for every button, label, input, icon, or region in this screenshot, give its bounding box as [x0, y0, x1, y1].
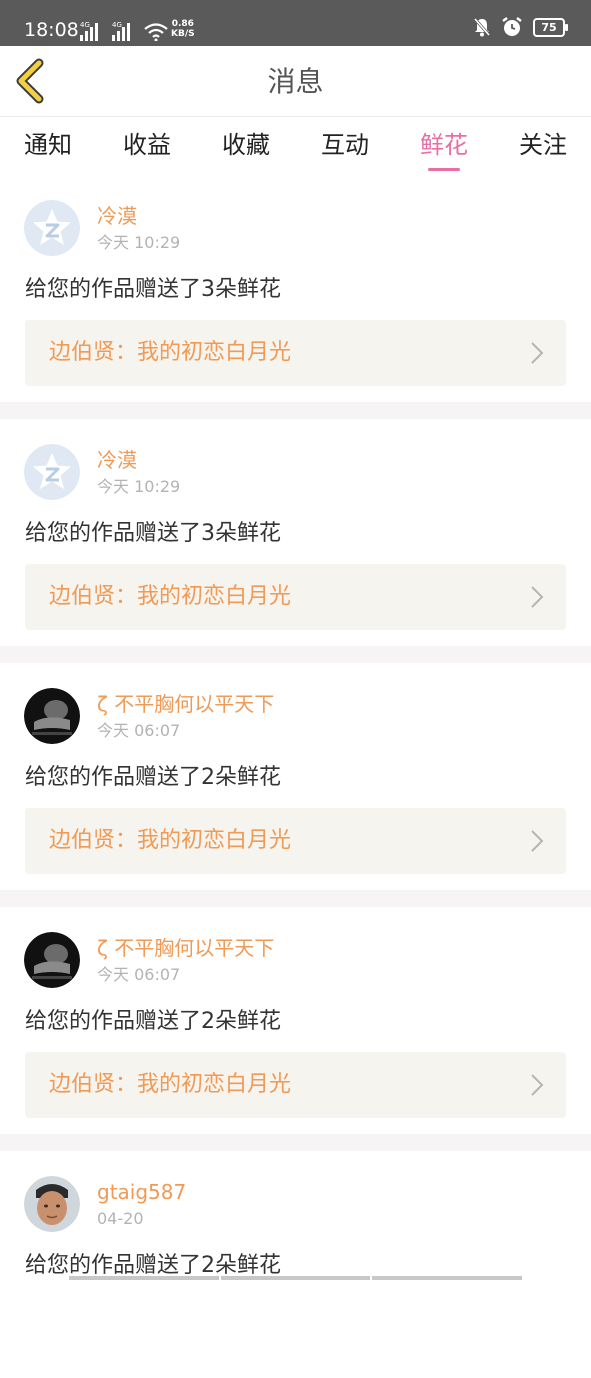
default-star-avatar-icon — [24, 444, 80, 500]
avatar[interactable] — [24, 200, 80, 256]
work-title: 边伯贤：我的初恋白月光 — [49, 340, 292, 365]
list-divider — [0, 890, 591, 907]
message-text: 给您的作品赠送了2朵鲜花 — [25, 765, 281, 790]
list-item: 冷漠 今天 10:29 给您的作品赠送了3朵鲜花 边伯贤：我的初恋白月光 — [0, 175, 591, 402]
work-link[interactable]: 边伯贤：我的初恋白月光 — [25, 808, 566, 874]
list-divider — [0, 646, 591, 663]
work-title: 边伯贤：我的初恋白月光 — [49, 584, 292, 609]
tab-label: 收益 — [123, 131, 171, 159]
username[interactable]: 冷漠 — [97, 447, 137, 473]
list-item: ζ 不平胸何以平天下 今天 06:07 给您的作品赠送了2朵鲜花 边伯贤：我的初… — [0, 663, 591, 890]
tab-favorites[interactable]: 收藏 — [206, 125, 286, 165]
chevron-right-icon — [531, 1074, 544, 1096]
tab-label: 收藏 — [222, 131, 270, 159]
chevron-right-icon — [531, 830, 544, 852]
alarm-icon — [502, 17, 522, 36]
timestamp: 今天 06:07 — [97, 721, 181, 740]
battery-indicator: 75 — [533, 17, 568, 37]
username[interactable]: ζ 不平胸何以平天下 — [97, 691, 274, 717]
username[interactable]: ζ 不平胸何以平天下 — [97, 935, 274, 961]
flower-message-list: 冷漠 今天 10:29 给您的作品赠送了3朵鲜花 边伯贤：我的初恋白月光 冷漠 … — [0, 175, 591, 1378]
avatar[interactable] — [24, 444, 80, 500]
list-divider — [0, 402, 591, 419]
message-text: 给您的作品赠送了3朵鲜花 — [25, 277, 281, 302]
work-link[interactable]: 边伯贤：我的初恋白月光 — [25, 564, 566, 630]
timestamp: 今天 06:07 — [97, 965, 181, 984]
chevron-right-icon — [531, 342, 544, 364]
tab-notifications[interactable]: 通知 — [8, 125, 88, 165]
gesture-bar — [69, 1276, 523, 1280]
list-item: ζ 不平胸何以平天下 今天 06:07 给您的作品赠送了2朵鲜花 边伯贤：我的初… — [0, 907, 591, 1134]
header-bar: 消息 — [0, 46, 591, 117]
timestamp: 今天 10:29 — [97, 477, 181, 496]
status-bar: 18:08 4G 4G 0.86 KB/S 75 — [0, 0, 591, 46]
active-tab-indicator — [428, 168, 460, 171]
work-title: 边伯贤：我的初恋白月光 — [49, 1072, 292, 1097]
dark-photo-avatar-icon — [24, 932, 80, 988]
list-divider — [0, 1134, 591, 1151]
tab-label: 鲜花 — [420, 131, 468, 159]
tab-following[interactable]: 关注 — [503, 125, 583, 165]
message-text: 给您的作品赠送了2朵鲜花 — [25, 1009, 281, 1034]
tab-flowers[interactable]: 鲜花 — [404, 125, 484, 171]
avatar[interactable] — [24, 688, 80, 744]
work-link[interactable]: 边伯贤：我的初恋白月光 — [25, 1052, 566, 1118]
face-photo-avatar-icon — [24, 1176, 80, 1232]
signal-icon: 4G — [112, 21, 130, 41]
message-tabs: 通知 收益 收藏 互动 鲜花 关注 — [0, 117, 591, 175]
signal-label: 4G — [80, 21, 90, 29]
work-link[interactable]: 边伯贤：我的初恋白月光 — [25, 320, 566, 386]
avatar[interactable] — [24, 932, 80, 988]
username[interactable]: gtaig587 — [97, 1179, 186, 1205]
speed-value: 0.86 — [171, 19, 194, 29]
notifications-off-icon — [473, 18, 491, 37]
list-item: 冷漠 今天 10:29 给您的作品赠送了3朵鲜花 边伯贤：我的初恋白月光 — [0, 419, 591, 646]
tab-label: 互动 — [321, 131, 369, 159]
timestamp: 今天 10:29 — [97, 233, 181, 252]
dark-photo-avatar-icon — [24, 688, 80, 744]
status-right: 75 — [473, 16, 568, 38]
timestamp: 04-20 — [97, 1209, 144, 1228]
avatar[interactable] — [24, 1176, 80, 1232]
chevron-right-icon — [531, 586, 544, 608]
signal-label: 4G — [112, 21, 122, 29]
message-text: 给您的作品赠送了3朵鲜花 — [25, 521, 281, 546]
status-time: 18:08 — [24, 19, 79, 41]
default-star-avatar-icon — [24, 200, 80, 256]
list-item: gtaig587 04-20 给您的作品赠送了2朵鲜花 — [0, 1151, 591, 1378]
network-signals: 4G 4G — [80, 17, 168, 41]
speed-unit: KB/S — [171, 29, 195, 39]
tab-earnings[interactable]: 收益 — [107, 125, 187, 165]
tab-interactions[interactable]: 互动 — [305, 125, 385, 165]
network-speed: 0.86 KB/S — [171, 19, 195, 39]
wifi-icon — [144, 23, 168, 41]
tab-label: 通知 — [24, 131, 72, 159]
work-title: 边伯贤：我的初恋白月光 — [49, 828, 292, 853]
username[interactable]: 冷漠 — [97, 203, 137, 229]
tab-label: 关注 — [519, 131, 567, 159]
signal-icon: 4G — [80, 21, 98, 41]
page-title: 消息 — [267, 65, 324, 98]
